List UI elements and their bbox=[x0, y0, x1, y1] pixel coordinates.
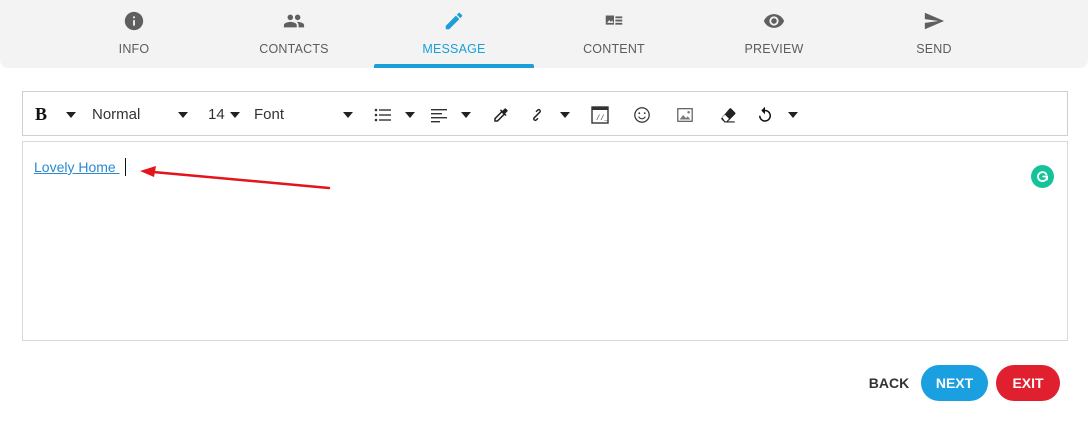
wizard-stepper: INFO CONTACTS MESSAGE CONTENT PREVIEW SE… bbox=[0, 0, 1088, 68]
undo-icon bbox=[759, 106, 771, 122]
chevron-down-icon bbox=[230, 111, 240, 118]
clear-format-button[interactable] bbox=[719, 92, 737, 137]
paragraph-style-select[interactable]: Normal bbox=[92, 92, 188, 137]
image-icon bbox=[677, 107, 693, 122]
chevron-down-icon bbox=[405, 111, 415, 118]
step-contacts[interactable]: CONTACTS bbox=[214, 0, 374, 68]
step-message[interactable]: MESSAGE bbox=[374, 0, 534, 68]
chevron-down-icon bbox=[461, 111, 471, 118]
step-contacts-label: CONTACTS bbox=[259, 42, 329, 56]
chevron-down-icon bbox=[178, 111, 188, 118]
pencil-icon bbox=[445, 12, 463, 30]
content-icon bbox=[605, 15, 623, 25]
list-icon bbox=[374, 108, 391, 121]
link-button[interactable] bbox=[528, 92, 546, 137]
chevron-down-icon bbox=[343, 111, 353, 118]
align-button[interactable] bbox=[430, 92, 448, 137]
undo-dropdown[interactable] bbox=[788, 92, 798, 137]
svg-text://_: //_ bbox=[596, 115, 609, 123]
active-step-indicator bbox=[374, 64, 534, 68]
paragraph-style-value: Normal bbox=[92, 106, 141, 123]
eraser-icon bbox=[721, 107, 736, 122]
grammarly-button[interactable] bbox=[1031, 165, 1054, 188]
step-preview[interactable]: PREVIEW bbox=[694, 0, 854, 68]
chevron-down-icon bbox=[560, 111, 570, 118]
back-button[interactable]: BACK bbox=[862, 365, 916, 401]
image-button[interactable] bbox=[676, 92, 694, 137]
chevron-down-icon bbox=[788, 111, 798, 118]
font-size-value: 14 bbox=[208, 106, 225, 123]
annotation-arrow bbox=[140, 166, 331, 190]
step-content-label: CONTENT bbox=[583, 42, 645, 56]
eyedropper-icon bbox=[494, 107, 508, 122]
step-message-label: MESSAGE bbox=[422, 42, 486, 56]
people-icon bbox=[283, 14, 305, 28]
chevron-down-icon bbox=[66, 111, 76, 118]
bold-label: B bbox=[35, 104, 48, 124]
text-options-dropdown[interactable] bbox=[66, 92, 76, 137]
align-left-icon bbox=[431, 108, 447, 122]
font-family-select[interactable]: Font bbox=[254, 92, 353, 137]
step-info[interactable]: INFO bbox=[54, 0, 214, 68]
code-view-button[interactable]: //_ bbox=[590, 92, 610, 137]
step-send-label: SEND bbox=[916, 42, 952, 56]
bold-button[interactable]: B bbox=[35, 92, 47, 137]
color-button[interactable] bbox=[492, 92, 510, 137]
list-dropdown[interactable] bbox=[405, 92, 415, 137]
eye-icon bbox=[763, 14, 785, 28]
text-cursor bbox=[125, 158, 126, 176]
grammarly-icon bbox=[1037, 171, 1048, 183]
step-content[interactable]: CONTENT bbox=[534, 0, 694, 68]
step-send[interactable]: SEND bbox=[854, 0, 1014, 68]
align-dropdown[interactable] bbox=[461, 92, 471, 137]
code-view-icon: //_ bbox=[591, 105, 609, 124]
font-size-select[interactable]: 14 bbox=[208, 92, 240, 137]
undo-button[interactable] bbox=[756, 92, 774, 137]
editor-toolbar: B Normal 14 Font //_ bbox=[22, 91, 1068, 136]
font-family-value: Font bbox=[254, 106, 285, 123]
link-dropdown[interactable] bbox=[560, 92, 570, 137]
info-icon bbox=[124, 11, 144, 31]
link-icon bbox=[533, 108, 541, 121]
next-button[interactable]: NEXT bbox=[921, 365, 988, 401]
emoji-icon bbox=[634, 106, 650, 123]
step-preview-label: PREVIEW bbox=[744, 42, 804, 56]
exit-button[interactable]: EXIT bbox=[996, 365, 1060, 401]
send-icon bbox=[924, 12, 945, 30]
emoji-button[interactable] bbox=[633, 92, 651, 137]
list-button[interactable] bbox=[374, 92, 392, 137]
content-link[interactable]: Lovely Home bbox=[34, 159, 120, 175]
step-info-label: INFO bbox=[118, 42, 150, 56]
